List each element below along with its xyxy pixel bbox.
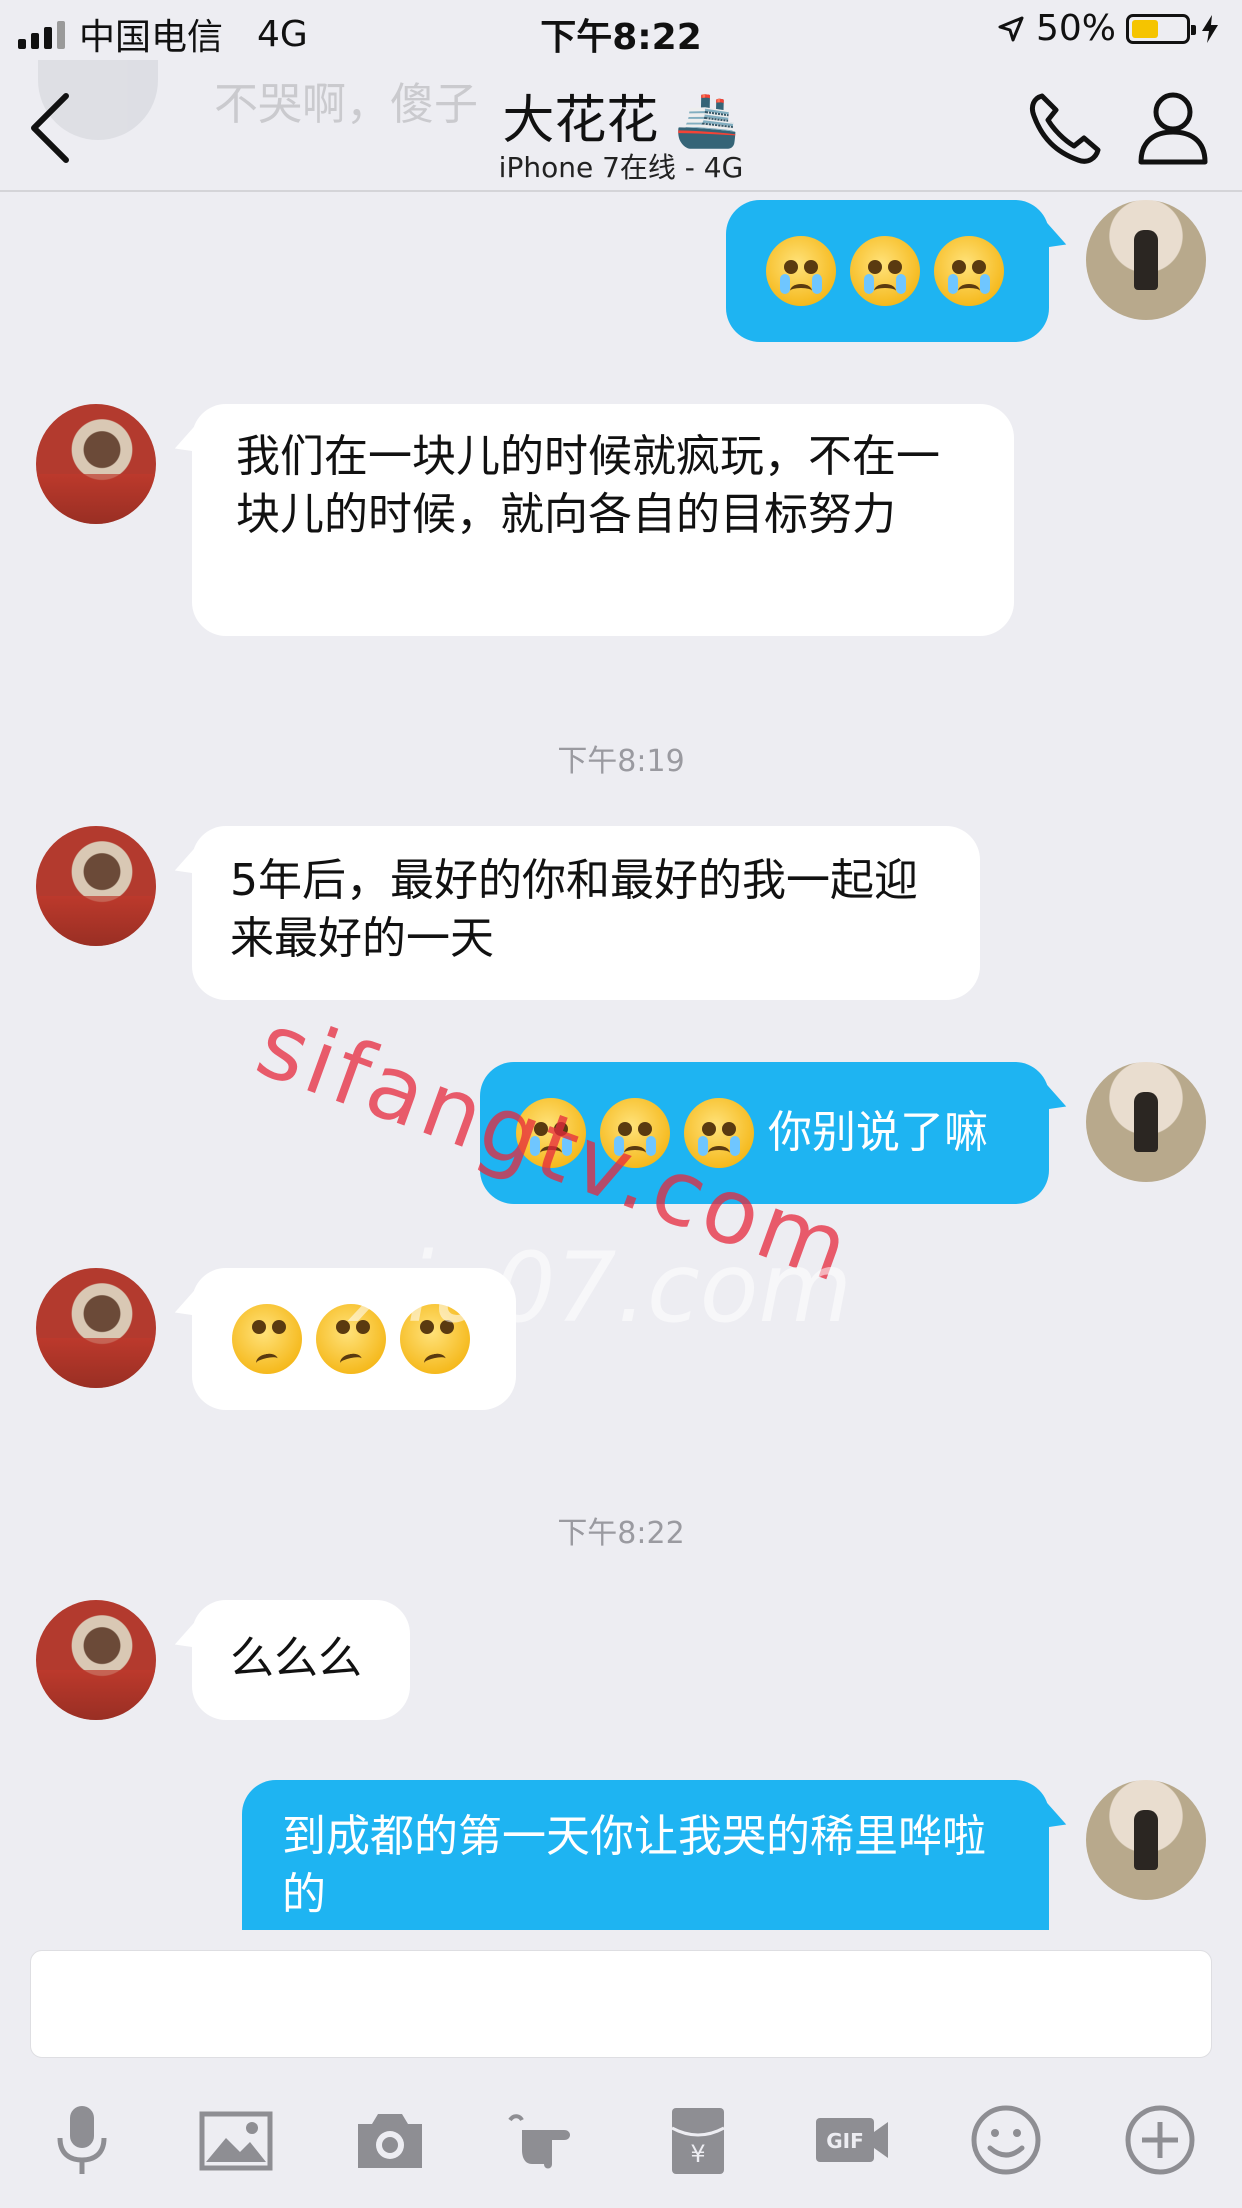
my-avatar[interactable] (1086, 200, 1206, 320)
gif-icon[interactable]: GIF (812, 2100, 892, 2180)
eye-roll-face-icon (316, 1304, 386, 1374)
svg-text:GIF: GIF (826, 2129, 864, 2153)
crying-face-icon (516, 1098, 586, 1168)
message-input[interactable] (30, 1950, 1212, 2058)
profile-icon[interactable] (1136, 90, 1210, 166)
poke-icon[interactable] (504, 2100, 584, 2180)
battery-percent: 50% (1035, 8, 1116, 49)
emoji-icon[interactable] (966, 2100, 1046, 2180)
red-packet-icon[interactable]: ¥ (658, 2100, 738, 2180)
contact-avatar[interactable] (36, 404, 156, 524)
composer: ¥ GIF (0, 1930, 1242, 2208)
phone-call-icon[interactable] (1024, 88, 1104, 168)
crying-face-icon (850, 236, 920, 306)
outgoing-message[interactable] (726, 200, 1049, 342)
message-text: 么么么 (230, 1633, 362, 1684)
message-list[interactable]: 我们在一块儿的时候就疯玩，不在一块儿的时候，就向各自的目标努力 下午8:19 5… (0, 192, 1242, 1930)
timestamp: 下午8:19 (557, 744, 685, 779)
incoming-message[interactable] (192, 1268, 516, 1410)
crying-face-icon (766, 236, 836, 306)
contact-avatar[interactable] (36, 826, 156, 946)
plus-icon[interactable] (1120, 2100, 1200, 2180)
eye-roll-face-icon (232, 1304, 302, 1374)
contact-avatar[interactable] (36, 1600, 156, 1720)
outgoing-message[interactable]: 你别说了嘛 (480, 1062, 1049, 1204)
eye-roll-face-icon (400, 1304, 470, 1374)
my-avatar[interactable] (1086, 1062, 1206, 1182)
location-arrow-icon (998, 16, 1024, 41)
outgoing-message[interactable]: 到成都的第一天你让我哭的稀里哗啦的 (242, 1780, 1049, 1930)
message-text: 你别说了嘛 (768, 1107, 988, 1158)
incoming-message[interactable]: 5年后，最好的你和最好的我一起迎来最好的一天 (192, 826, 980, 1000)
message-text: 5年后，最好的你和最好的我一起迎来最好的一天 (230, 855, 918, 964)
battery-icon (1126, 13, 1196, 44)
composer-toolbar: ¥ GIF (0, 2090, 1242, 2190)
status-bar: 中国电信 4G 下午8:22 50% (0, 0, 1242, 60)
incoming-message[interactable]: 我们在一块儿的时候就疯玩，不在一块儿的时候，就向各自的目标努力 (192, 404, 1014, 636)
microphone-icon[interactable] (42, 2100, 122, 2180)
charging-bolt-icon (1202, 14, 1218, 43)
crying-face-icon (684, 1098, 754, 1168)
camera-icon[interactable] (350, 2100, 430, 2180)
svg-text:¥: ¥ (690, 2140, 705, 2168)
incoming-message[interactable]: 么么么 (192, 1600, 410, 1720)
my-avatar[interactable] (1086, 1780, 1206, 1900)
message-text: 我们在一块儿的时候就疯玩，不在一块儿的时候，就向各自的目标努力 (236, 431, 940, 540)
status-right: 50% (996, 8, 1220, 49)
message-text: 到成都的第一天你让我哭的稀里哗啦的 (282, 1811, 986, 1920)
image-icon[interactable] (196, 2100, 276, 2180)
contact-avatar[interactable] (36, 1268, 156, 1388)
crying-face-icon (600, 1098, 670, 1168)
chat-header: 不哭啊，傻子 大花花 🚢 iPhone 7在线 - 4G (0, 60, 1242, 192)
crying-face-icon (934, 236, 1004, 306)
timestamp: 下午8:22 (557, 1516, 685, 1551)
